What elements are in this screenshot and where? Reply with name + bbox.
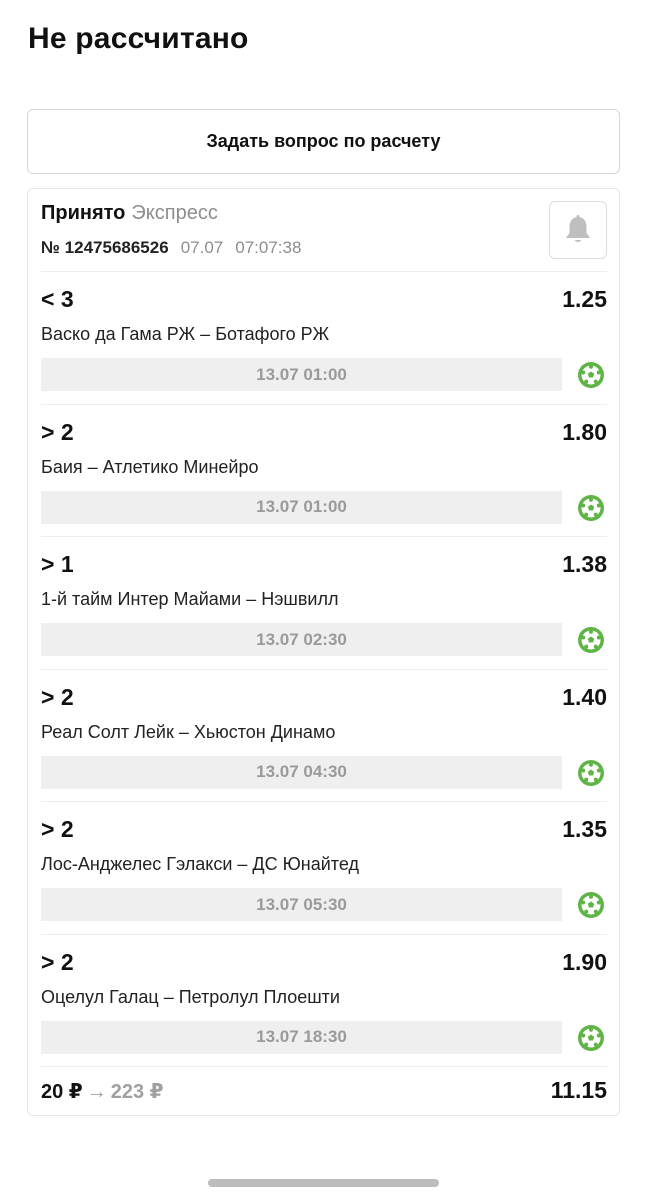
leg-start-time: 13.07 18:30 <box>41 1020 562 1054</box>
leg-event: Лос-Анджелес Гэлакси – ДС Юнайтед <box>41 854 359 874</box>
leg-event: Оцелул Галац – Петролул Плоешти <box>41 986 340 1007</box>
bet-leg[interactable]: > 2 1.35 Лос-Анджелес Гэлакси – ДС Юнайт… <box>41 801 607 934</box>
bet-leg[interactable]: < 3 1.25 Васко да Гама РЖ – Ботафого РЖ … <box>41 271 607 404</box>
leg-odds: 1.40 <box>562 683 607 710</box>
football-icon <box>578 1024 604 1051</box>
leg-outcome: < 3 <box>41 286 74 312</box>
bet-leg[interactable]: > 2 1.40 Реал Солт Лейк – Хьюстон Динамо… <box>41 668 607 802</box>
bet-time: 07:07:38 <box>235 238 302 257</box>
bet-number: № 12475686526 <box>41 238 169 257</box>
leg-odds: 1.80 <box>562 418 607 445</box>
bell-icon <box>566 215 590 242</box>
leg-start-time: 13.07 02:30 <box>41 623 562 656</box>
leg-start-time: 13.07 01:00 <box>41 490 562 524</box>
football-icon <box>578 759 604 786</box>
page: Не рассчитано Задать вопрос по расчету П… <box>0 0 647 1200</box>
arrow-right-icon: → <box>86 1081 107 1103</box>
total-odds: 11.15 <box>550 1077 607 1103</box>
bet-legs: < 3 1.25 Васко да Гама РЖ – Ботафого РЖ … <box>41 271 607 1066</box>
leg-outcome: > 2 <box>41 683 74 710</box>
leg-odds: 1.35 <box>562 816 607 842</box>
bet-header: Принято Экспресс № 12475686526 07.07 07:07:… <box>41 189 607 271</box>
football-icon <box>578 892 604 918</box>
bet-footer: 20 ₽ → 223 ₽ 11.15 <box>41 1066 607 1116</box>
leg-outcome: > 2 <box>41 418 74 445</box>
football-icon <box>578 494 604 521</box>
ask-settlement-question-button[interactable]: Задать вопрос по расчету <box>27 109 620 174</box>
bet-card: Принято Экспресс № 12475686526 07.07 07:07:… <box>27 188 620 1116</box>
leg-odds: 1.38 <box>562 551 607 577</box>
bet-type: Экспресс <box>131 202 218 224</box>
leg-start-time: 13.07 04:30 <box>41 755 562 789</box>
leg-event: Реал Солт Лейк – Хьюстон Динамо <box>41 721 336 742</box>
bet-leg[interactable]: > 2 1.80 Баия – Атлетико Минейро 13.07 0… <box>41 403 607 537</box>
notification-button[interactable] <box>549 201 607 259</box>
bet-date: 07.07 <box>180 238 224 257</box>
leg-outcome: > 2 <box>41 948 74 975</box>
leg-start-time: 13.07 01:00 <box>41 358 562 391</box>
bet-leg[interactable]: > 2 1.90 Оцелул Галац – Петролул Плоешти… <box>41 933 607 1067</box>
bet-meta: № 12475686526 07.07 07:07:38 <box>41 238 301 258</box>
page-title: Не рассчитано <box>28 22 249 55</box>
stake-amount: 20 ₽ <box>41 1081 83 1103</box>
bet-leg[interactable]: > 1 1.38 1-й тайм Интер Майами – Нэшвилл… <box>41 536 607 669</box>
leg-event: Баия – Атлетико Минейро <box>41 456 259 477</box>
football-icon <box>578 627 604 653</box>
leg-outcome: > 2 <box>41 816 74 842</box>
leg-event: 1-й тайм Интер Майами – Нэшвилл <box>41 589 339 609</box>
bet-status-line: Принято Экспресс <box>41 202 218 225</box>
leg-outcome: > 1 <box>41 551 74 577</box>
potential-win: 223 ₽ <box>110 1081 164 1103</box>
home-indicator[interactable] <box>208 1179 439 1187</box>
leg-odds: 1.25 <box>562 286 607 312</box>
football-icon <box>578 362 604 388</box>
leg-start-time: 13.07 05:30 <box>41 888 562 921</box>
bet-stake-line: 20 ₽ → 223 ₽ <box>41 1079 164 1104</box>
leg-odds: 1.90 <box>562 948 607 975</box>
leg-event: Васко да Гама РЖ – Ботафого РЖ <box>41 324 330 344</box>
bet-status: Принято <box>41 202 126 224</box>
